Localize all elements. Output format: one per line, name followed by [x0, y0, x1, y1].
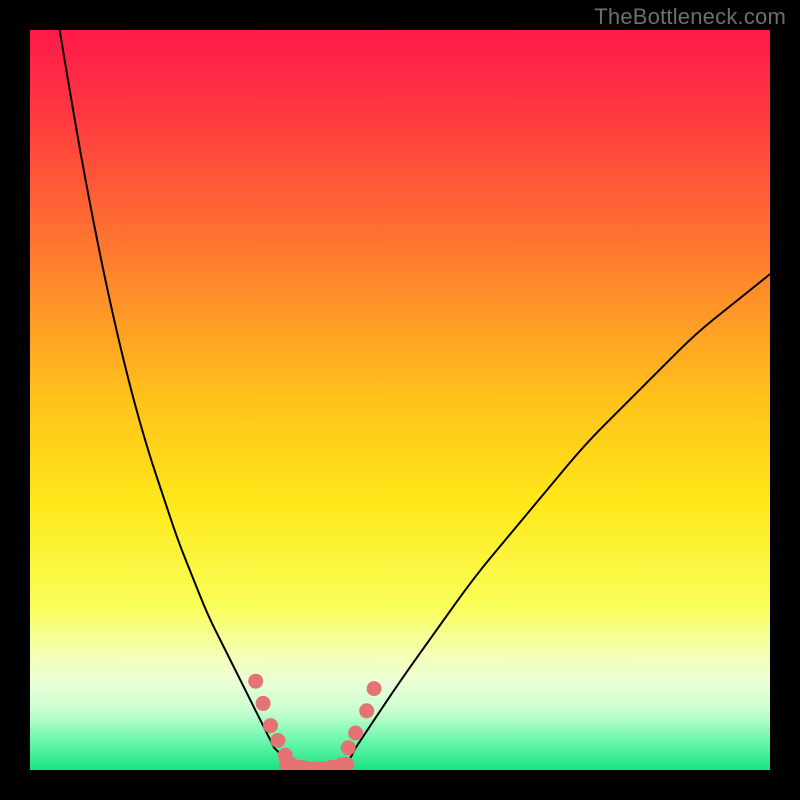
gradient-background [30, 30, 770, 770]
left-highlight-dot [270, 733, 285, 748]
right-highlight-dot [348, 726, 363, 741]
left-highlight-dot [263, 718, 278, 733]
chart-frame: TheBottleneck.com [0, 0, 800, 800]
right-highlight-dot [359, 703, 374, 718]
left-highlight-dot [256, 696, 271, 711]
left-highlight-dot [248, 674, 263, 689]
right-highlight-dot [367, 681, 382, 696]
plot-area [30, 30, 770, 770]
floor-highlight [335, 757, 355, 770]
chart-svg [30, 30, 770, 770]
right-highlight-dot [341, 740, 356, 755]
watermark-text: TheBottleneck.com [594, 4, 786, 30]
